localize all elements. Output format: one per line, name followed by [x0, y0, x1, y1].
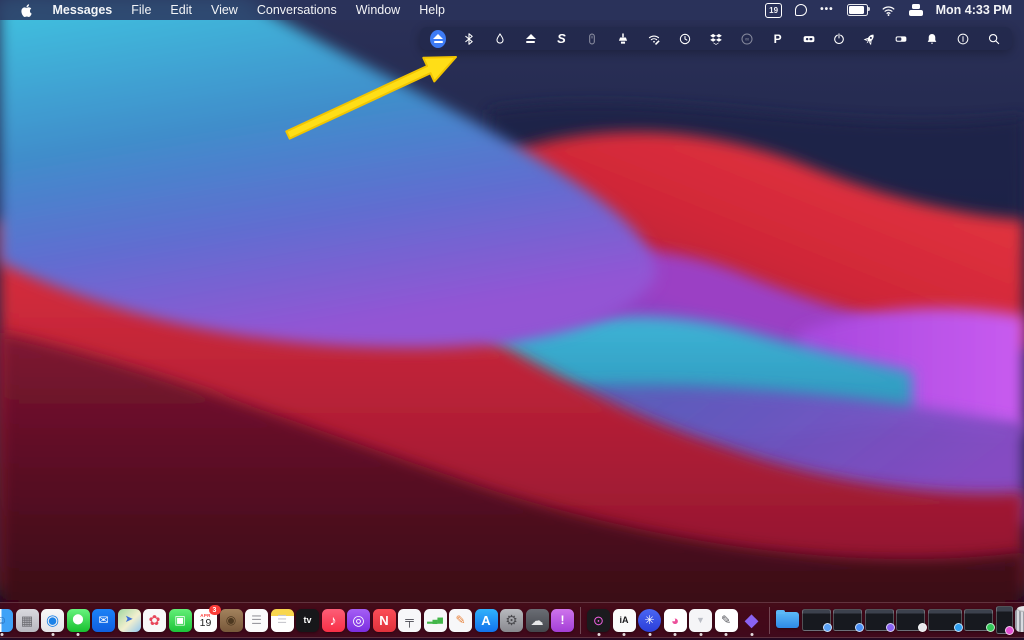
mouse-battery-icon[interactable]: [584, 31, 600, 47]
dock-beta-messages[interactable]: !: [551, 608, 574, 632]
menu-active-app[interactable]: Messages: [43, 3, 122, 17]
menu-file[interactable]: File: [122, 3, 161, 17]
dock-minimized-window[interactable]: [927, 609, 963, 632]
dock-divider: [580, 606, 581, 634]
dock-app-store[interactable]: A: [474, 608, 498, 632]
dock-finder[interactable]: ☺: [0, 608, 13, 636]
running-indicator: [51, 633, 54, 636]
dock-notes[interactable]: ☰: [270, 608, 294, 632]
dock-keynote[interactable]: ╤: [398, 608, 421, 632]
running-indicator: [699, 633, 702, 636]
folder-icon: [776, 609, 799, 628]
paste-p-icon[interactable]: P: [770, 31, 786, 47]
dock-reminders[interactable]: ☰: [245, 608, 268, 632]
dock-launchpad[interactable]: ▦: [15, 608, 39, 632]
power-line-icon[interactable]: [955, 31, 971, 47]
running-indicator: [750, 633, 753, 636]
dock-minimized-window[interactable]: [801, 609, 832, 632]
apple-menu[interactable]: [10, 3, 43, 18]
droplet-icon[interactable]: [492, 31, 508, 47]
running-indicator: [648, 633, 651, 636]
power-circle-icon[interactable]: [831, 31, 847, 47]
wifi-signal-icon[interactable]: [646, 31, 662, 47]
stack-icon[interactable]: [908, 2, 923, 18]
dock-messages[interactable]: ⬤: [66, 608, 90, 636]
rocket-icon[interactable]: [862, 31, 878, 47]
dock-divider: [769, 606, 770, 634]
dock-minimized-window[interactable]: [833, 609, 864, 632]
screen-recorder-icon[interactable]: [801, 31, 817, 47]
running-indicator: [622, 633, 626, 636]
dock-minimized-window[interactable]: [864, 609, 895, 632]
clock-history-icon[interactable]: [677, 31, 693, 47]
setapp-icon[interactable]: S: [554, 31, 570, 47]
wifi-icon[interactable]: [881, 2, 896, 18]
eject-icon[interactable]: [523, 31, 539, 47]
menu-window[interactable]: Window: [346, 3, 409, 17]
dock: ☺ ▦ ◉ ⬤ ✉ ➤ ✿ ▣ APR 19 3 ◉ ☰ ☰ tv ♪ ◎ N ╤ ▂▄▆ ✎ A ⚙ ☁! ⊙ iA ✳ ◕ ▼ ✎ ◆: [0, 602, 1024, 638]
dock-contacts[interactable]: ◉: [219, 608, 243, 632]
dock-pages[interactable]: ✎: [449, 608, 472, 632]
menu-extras-bar: S ∞ P: [420, 27, 1012, 50]
toggle-switch-icon[interactable]: [893, 31, 909, 47]
menu-bar: Messages File Edit View Conversations Window…: [0, 0, 1024, 20]
search-icon[interactable]: [986, 31, 1002, 47]
menu-edit[interactable]: Edit: [161, 3, 202, 17]
dock-minimized-window[interactable]: [896, 609, 927, 632]
menu-conversations[interactable]: Conversations: [247, 3, 346, 17]
dock-ia-writer[interactable]: iA: [612, 608, 636, 636]
dock-hand-mirror[interactable]: ✳: [638, 608, 661, 636]
big-sur-wallpaper: [0, 0, 1024, 640]
calendar-badge: 3: [208, 605, 221, 615]
app-menus: File Edit View Conversations Window Help: [122, 3, 455, 17]
notifications-bell-icon[interactable]: [924, 31, 940, 47]
menu-help[interactable]: Help: [410, 3, 455, 17]
dock-disk-pie[interactable]: ◕: [663, 608, 687, 636]
dock-maps[interactable]: ➤: [117, 608, 141, 632]
dropbox-icon[interactable]: [708, 31, 724, 47]
battery-icon[interactable]: [846, 2, 870, 18]
menu-clock[interactable]: Mon 4:33 PM: [936, 3, 1012, 17]
dock-obsidian[interactable]: ◆: [740, 609, 763, 636]
dock-trash[interactable]: [1015, 605, 1024, 632]
dock-music[interactable]: ♪: [321, 608, 345, 632]
creative-cloud-icon[interactable]: ∞: [739, 31, 755, 47]
cleaner-brush-icon[interactable]: [615, 31, 631, 47]
running-indicator: [724, 633, 728, 636]
pick-icon[interactable]: [795, 2, 808, 18]
dock-apple-tv[interactable]: tv: [296, 608, 319, 632]
running-indicator: [76, 633, 80, 636]
running-indicator: [597, 633, 600, 636]
dock-minimized-window[interactable]: [964, 609, 995, 632]
dock-numbers[interactable]: ▂▄▆: [423, 608, 447, 632]
dock-one-switch[interactable]: ⊙: [587, 608, 610, 636]
dock-photos[interactable]: ✿: [143, 608, 166, 632]
dock-podcasts[interactable]: ◎: [347, 608, 370, 632]
dock-news[interactable]: N: [372, 608, 396, 632]
running-indicator: [0, 633, 3, 636]
dock-mail[interactable]: ✉: [92, 608, 115, 632]
dock-downloads-folder[interactable]: [776, 609, 799, 628]
overflow-ellipsis-icon[interactable]: •••: [820, 2, 834, 18]
dock-minimized-window[interactable]: [995, 606, 1014, 635]
dock-facetime[interactable]: ▣: [168, 608, 192, 632]
dock-notepad-app[interactable]: ✎: [714, 608, 738, 636]
apple-icon: [21, 3, 32, 17]
running-indicator: [673, 633, 677, 636]
dock-safari[interactable]: ◉: [41, 608, 64, 636]
dock-system-preferences[interactable]: ⚙: [500, 608, 523, 632]
menu-view[interactable]: View: [201, 3, 247, 17]
dock-hourglass-app[interactable]: ▼: [689, 608, 712, 636]
desktop: { "menu_bar": { "active_app": "Messages"…: [0, 0, 1024, 640]
bluetooth-icon[interactable]: [461, 31, 477, 47]
dock-calendar[interactable]: APR 19 3: [194, 605, 221, 632]
dock-cloud-app[interactable]: ☁: [525, 608, 549, 632]
svg-text:∞: ∞: [744, 36, 749, 42]
calendar-date-icon[interactable]: 19: [765, 2, 783, 18]
trash-icon: [1015, 605, 1024, 632]
connected-drive-icon[interactable]: [430, 29, 446, 48]
